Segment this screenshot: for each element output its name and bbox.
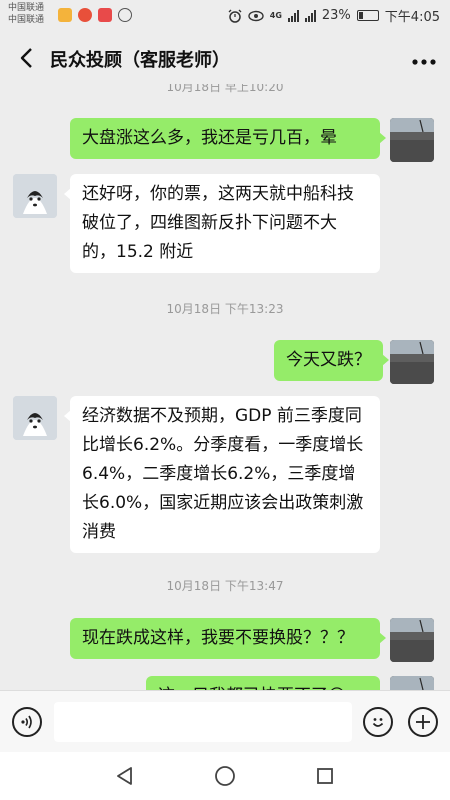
chat-area[interactable]: 10月18日 早上10:20 大盘涨这么多，我还是亏几百，晕 还好呀，你的票，这…: [0, 84, 450, 690]
chat-title: 民众投顾（客服老师）: [50, 50, 230, 71]
husky-avatar-image: [13, 396, 57, 440]
chat-timestamp: 10月18日 下午13:23: [166, 302, 284, 316]
emoji-button[interactable]: [363, 707, 393, 737]
more-button[interactable]: [412, 46, 436, 70]
avatar[interactable]: [13, 174, 57, 218]
user-avatar-image: [390, 118, 434, 162]
nav-home-icon: [215, 766, 235, 786]
avatar[interactable]: [390, 618, 434, 662]
battery-percent: 23%: [321, 8, 351, 23]
signal-icon: [287, 9, 299, 22]
status-time: 下午4:05: [384, 10, 440, 25]
app-notification-icon: [118, 8, 132, 22]
voice-icon: [21, 715, 32, 729]
emoji-icon: [372, 718, 384, 727]
message-bubble-self[interactable]: 大盘涨这么多，我还是亏几百，晕: [70, 118, 386, 159]
chat-timestamp: 10月18日 下午13:47: [166, 579, 284, 593]
app-notification-icon: [98, 8, 112, 22]
nav-back-icon: [117, 767, 132, 785]
nav-back-button[interactable]: [113, 764, 137, 788]
chat-header: 民众投顾（客服老师）: [0, 32, 450, 84]
carrier-line-1: 中国联通: [8, 3, 45, 13]
husky-avatar-image: [13, 174, 57, 218]
carrier-line-2: 中国联通: [8, 15, 45, 25]
message-bubble-self[interactable]: 今天又跌？: [274, 340, 389, 381]
avatar[interactable]: [390, 118, 434, 162]
plus-icon: [416, 715, 430, 729]
avatar[interactable]: [13, 396, 57, 440]
message-bubble-other[interactable]: 经济数据不及预期，GDP 前三季度同比增长6.2%。分季度看，一季度增长6.4%…: [64, 396, 380, 553]
nav-recents-icon: [317, 768, 333, 784]
status-right: 4G 23% 下午4:05: [228, 6, 440, 25]
message-bubble-self[interactable]: 这一只我都已快要不了😊: [146, 676, 380, 690]
notification-icons: [58, 8, 132, 22]
message-bubble-self[interactable]: 现在跌成这样，我要不要换股？？？: [70, 618, 386, 659]
nav-recents-button[interactable]: [313, 764, 337, 788]
chevron-left-icon: [20, 48, 32, 68]
user-avatar-image: [390, 676, 434, 690]
nav-home-button[interactable]: [213, 764, 237, 788]
message-input[interactable]: [54, 702, 352, 742]
battery-level: [358, 12, 363, 19]
back-button[interactable]: [12, 44, 40, 72]
user-avatar-image: [390, 618, 434, 662]
app-notification-icon: [58, 8, 72, 22]
plus-button[interactable]: [408, 707, 438, 737]
battery-icon: [356, 10, 379, 21]
status-bar: 中国联通 中国联通 4G 23% 下午4:05: [0, 0, 450, 32]
user-avatar-image: [390, 340, 434, 384]
input-bar: [0, 690, 450, 752]
message-bubble-other[interactable]: 还好呀，你的票，这两天就中船科技破位了，四维图新反扑下问题不大的，15.2 附近: [64, 174, 380, 273]
system-nav-bar: [0, 752, 450, 800]
eye-icon: [248, 10, 264, 21]
weibo-icon: [78, 8, 92, 22]
carrier-info: 中国联通 中国联通: [8, 2, 44, 26]
signal-icon: [304, 9, 316, 22]
alarm-icon: [228, 9, 242, 23]
avatar[interactable]: [390, 340, 434, 384]
network-type: 4G: [269, 11, 282, 20]
chat-timestamp: 10月18日 早上10:20: [166, 84, 284, 94]
more-dots-icon: [412, 59, 436, 65]
voice-button[interactable]: [12, 707, 42, 737]
avatar[interactable]: [390, 676, 434, 690]
